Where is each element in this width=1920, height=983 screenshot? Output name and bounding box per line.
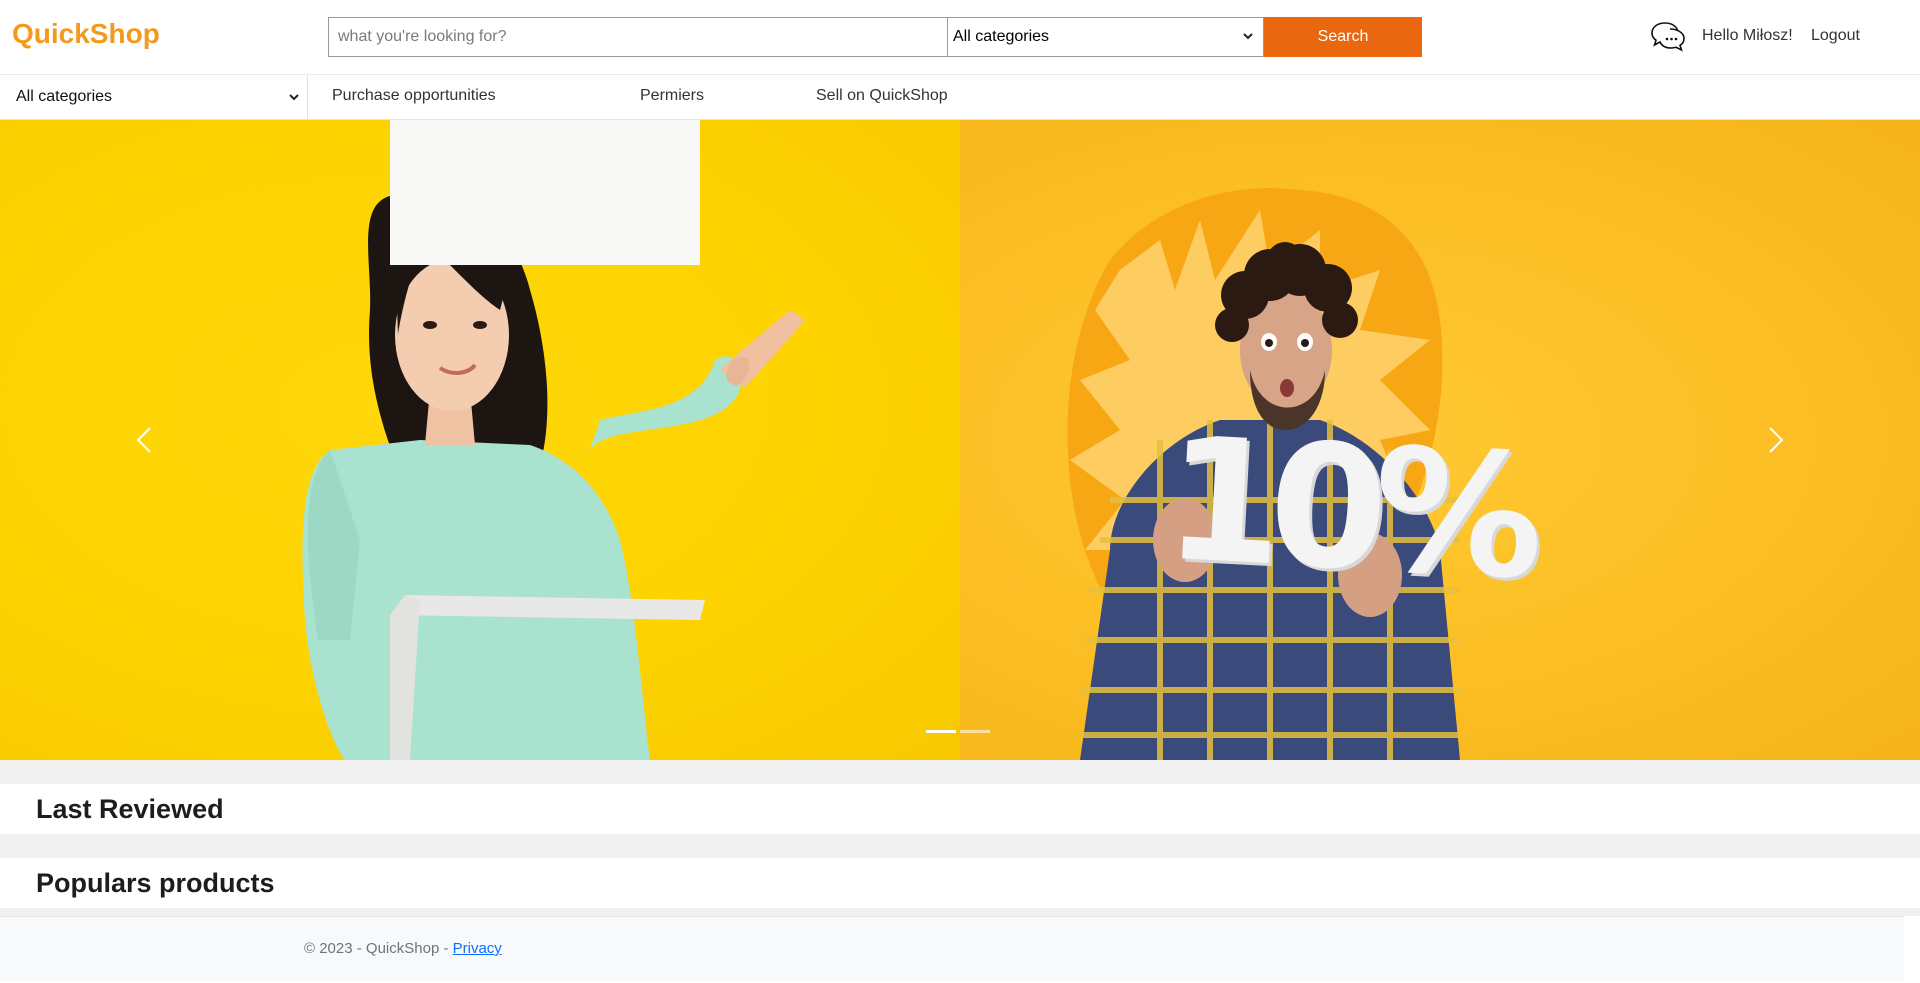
carousel-indicator-1[interactable]: [926, 730, 956, 733]
chevron-down-icon: [1243, 33, 1253, 40]
footer: © 2023 - QuickShop - Privacy: [0, 916, 1904, 981]
ten-percent-sign: 10%: [1160, 400, 1535, 618]
search-button[interactable]: Search: [1264, 17, 1422, 57]
logo[interactable]: QuickShop: [12, 18, 160, 50]
nav-category-value: All categories: [16, 88, 113, 105]
user-greeting[interactable]: Hello Miłosz!: [1702, 27, 1793, 45]
chat-icon[interactable]: [1650, 20, 1686, 52]
nav-link-permiers[interactable]: Permiers: [640, 87, 704, 105]
last-reviewed-heading: Last Reviewed: [36, 794, 224, 824]
nav-category-select[interactable]: All categories: [0, 75, 308, 119]
popular-products-section: Populars products: [0, 858, 1920, 908]
carousel-indicator-2[interactable]: [960, 730, 990, 733]
section-spacer: [0, 908, 1920, 916]
search-input[interactable]: [328, 17, 948, 57]
hero-carousel: 10%: [0, 120, 1920, 760]
carousel-prev-icon[interactable]: [125, 420, 165, 460]
chevron-down-icon: [289, 94, 299, 101]
copyright-text: © 2023 - QuickShop -: [304, 940, 453, 957]
search-category-value: All categories: [953, 28, 1050, 45]
nav-link-purchase-opportunities[interactable]: Purchase opportunities: [332, 87, 496, 105]
section-spacer: [0, 834, 1920, 858]
top-header: QuickShop All categories Search Hello Mi…: [0, 0, 1920, 74]
footer-text: © 2023 - QuickShop - Privacy: [304, 940, 502, 957]
carousel-indicators: [926, 730, 990, 733]
search-category-select[interactable]: All categories: [947, 17, 1264, 57]
carousel-next-icon[interactable]: [1755, 420, 1795, 460]
logout-link[interactable]: Logout: [1811, 27, 1860, 45]
privacy-link[interactable]: Privacy: [453, 940, 502, 957]
category-nav-bar: All categories Purchase opportunities Pe…: [0, 74, 1920, 120]
nav-link-sell[interactable]: Sell on QuickShop: [816, 87, 948, 105]
popular-products-heading: Populars products: [36, 868, 275, 898]
last-reviewed-section: Last Reviewed: [0, 784, 1920, 834]
section-spacer: [0, 760, 1920, 784]
